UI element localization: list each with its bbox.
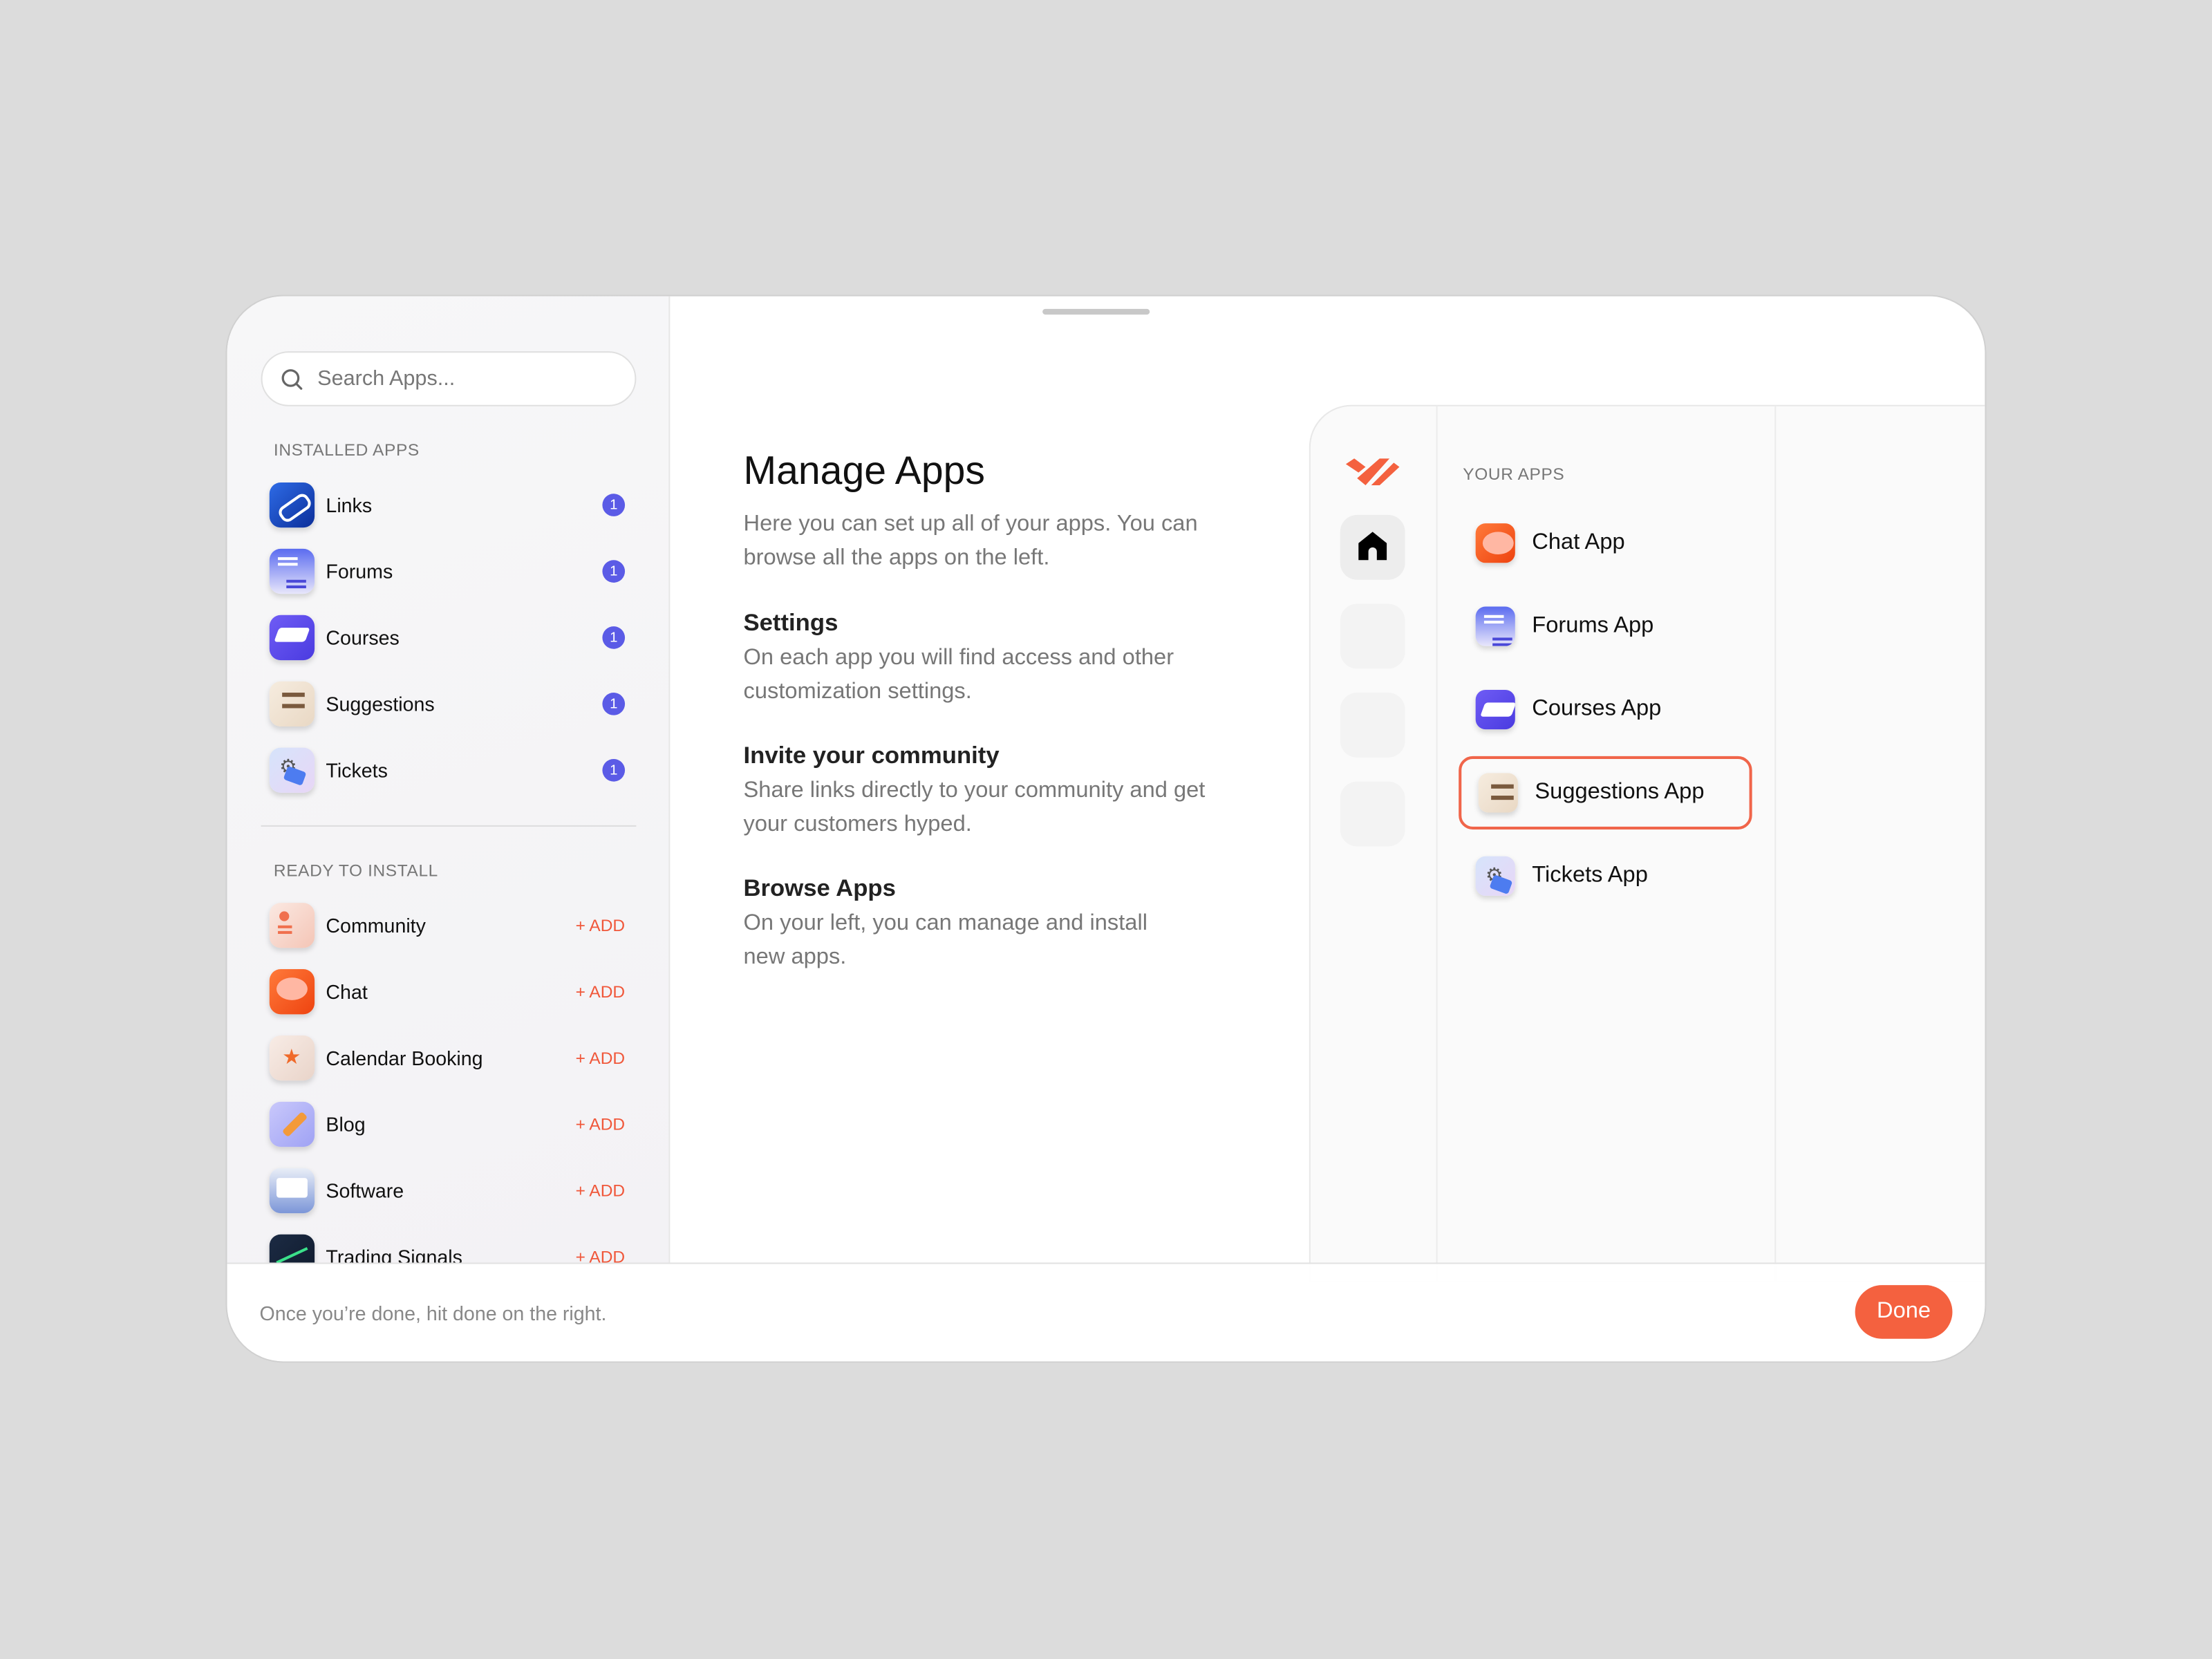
section-heading: Browse Apps (743, 874, 896, 902)
app-preview: YOUR APPS Chat App Forums App Courses App S… (1309, 404, 1985, 1283)
app-sidebar: INSTALLED APPS Links1Forums1Courses1Sugg… (227, 296, 671, 1263)
search-field[interactable] (261, 351, 637, 406)
done-button[interactable]: Done (1855, 1285, 1953, 1339)
courses-icon (269, 615, 315, 661)
ready-app-item: Community + ADD (269, 900, 625, 950)
tickets-icon: ⚙ (269, 747, 315, 793)
software-icon (269, 1168, 315, 1214)
installed-apps-heading: INSTALLED APPS (273, 440, 420, 460)
add-app-button[interactable]: + ADD (576, 1247, 625, 1262)
ready-app-item: ★ Calendar Booking + ADD (269, 1033, 625, 1083)
your-app-item[interactable]: Suggestions App (1459, 756, 1752, 830)
footer: Once you’re done, hit done on the right.… (227, 1262, 1985, 1362)
app-label: Chat App (1532, 530, 1625, 555)
section-heading: Invite your community (743, 742, 1000, 769)
app-label: Tickets (326, 758, 388, 782)
ready-to-install-heading: READY TO INSTALL (273, 860, 438, 881)
app-label: Forums App (1532, 613, 1654, 638)
section-heading: Settings (743, 609, 838, 637)
blog-icon (269, 1101, 315, 1147)
app-label: Tickets App (1532, 863, 1648, 888)
app-label: Links (326, 494, 373, 516)
app-label: Community (326, 914, 426, 937)
intro-text: Here you can set up all of your apps. Yo… (743, 512, 1198, 570)
app-label: Software (326, 1179, 404, 1202)
logo-icon (1345, 458, 1400, 486)
courses-icon (1475, 689, 1515, 730)
installed-app-item[interactable]: Suggestions 1 (269, 679, 626, 729)
add-app-button[interactable]: + ADD (576, 982, 625, 1002)
manage-apps-dialog: INSTALLED APPS Links1Forums1Courses1Sugg… (227, 296, 1985, 1362)
preview-rail (1311, 406, 1438, 1282)
section-text: On your left, you can manage and install… (743, 911, 1147, 970)
your-app-item[interactable]: Chat App (1459, 507, 1752, 580)
ready-app-item: Blog + ADD (269, 1099, 625, 1150)
home-icon (1358, 532, 1387, 561)
your-app-item[interactable]: Forums App (1459, 590, 1752, 663)
tickets-icon: ⚙ (1475, 856, 1515, 896)
app-label: Forums (326, 560, 393, 583)
app-label: Courses (326, 626, 400, 649)
app-label: Suggestions (326, 693, 435, 715)
add-app-button[interactable]: + ADD (576, 915, 625, 935)
empty-tile[interactable] (1340, 781, 1405, 847)
notification-badge: 1 (602, 758, 626, 782)
add-app-button[interactable]: + ADD (576, 1048, 625, 1068)
footer-message: Once you’re done, hit done on the right. (259, 1302, 607, 1325)
empty-tile[interactable] (1340, 603, 1405, 669)
ready-app-item: Software + ADD (269, 1165, 625, 1216)
installed-app-item[interactable]: Courses 1 (269, 612, 626, 663)
empty-tile[interactable] (1340, 693, 1405, 758)
app-label: Chat (326, 980, 368, 1004)
suggestions-icon (1478, 773, 1518, 813)
page-title: Manage Apps (743, 448, 985, 493)
community-icon (269, 903, 315, 948)
your-app-item[interactable]: ⚙ Tickets App (1459, 839, 1752, 912)
section-text: On each app you will find access and oth… (743, 646, 1174, 704)
installed-app-item[interactable]: ⚙ Tickets 1 (269, 745, 626, 796)
add-app-button[interactable]: + ADD (576, 1181, 625, 1201)
calendar-booking-icon: ★ (269, 1035, 315, 1081)
search-icon (281, 368, 303, 389)
your-apps-column: YOUR APPS Chat App Forums App Courses App S… (1436, 406, 1777, 1282)
drag-handle[interactable] (1042, 308, 1150, 315)
notification-badge: 1 (602, 560, 626, 583)
links-icon (269, 482, 315, 528)
ready-app-item: Trading Signals + ADD (269, 1232, 625, 1263)
ready-app-item: Chat + ADD (269, 966, 625, 1017)
trading-signals-icon (269, 1234, 315, 1263)
notification-badge: 1 (602, 494, 626, 516)
section-text: Share links directly to your community a… (743, 778, 1206, 837)
home-tile[interactable] (1340, 514, 1405, 580)
app-label: Calendar Booking (326, 1047, 483, 1069)
app-label: Blog (326, 1113, 366, 1136)
your-app-item[interactable]: Courses App (1459, 673, 1752, 746)
installed-app-item[interactable]: Links 1 (269, 480, 626, 530)
add-app-button[interactable]: + ADD (576, 1114, 625, 1134)
search-input[interactable] (315, 365, 603, 393)
app-label: Trading Signals (326, 1246, 462, 1263)
forums-icon (1475, 606, 1515, 646)
app-label: Courses App (1532, 697, 1662, 721)
chat-icon (1475, 523, 1515, 563)
installed-app-item[interactable]: Forums 1 (269, 546, 626, 597)
forums-icon (269, 548, 315, 594)
suggestions-icon (269, 681, 315, 727)
your-apps-heading: YOUR APPS (1463, 464, 1565, 484)
notification-badge: 1 (602, 626, 626, 649)
chat-icon (269, 969, 315, 1015)
app-label: Suggestions App (1535, 780, 1705, 805)
sidebar-divider (261, 825, 637, 827)
notification-badge: 1 (602, 693, 626, 715)
